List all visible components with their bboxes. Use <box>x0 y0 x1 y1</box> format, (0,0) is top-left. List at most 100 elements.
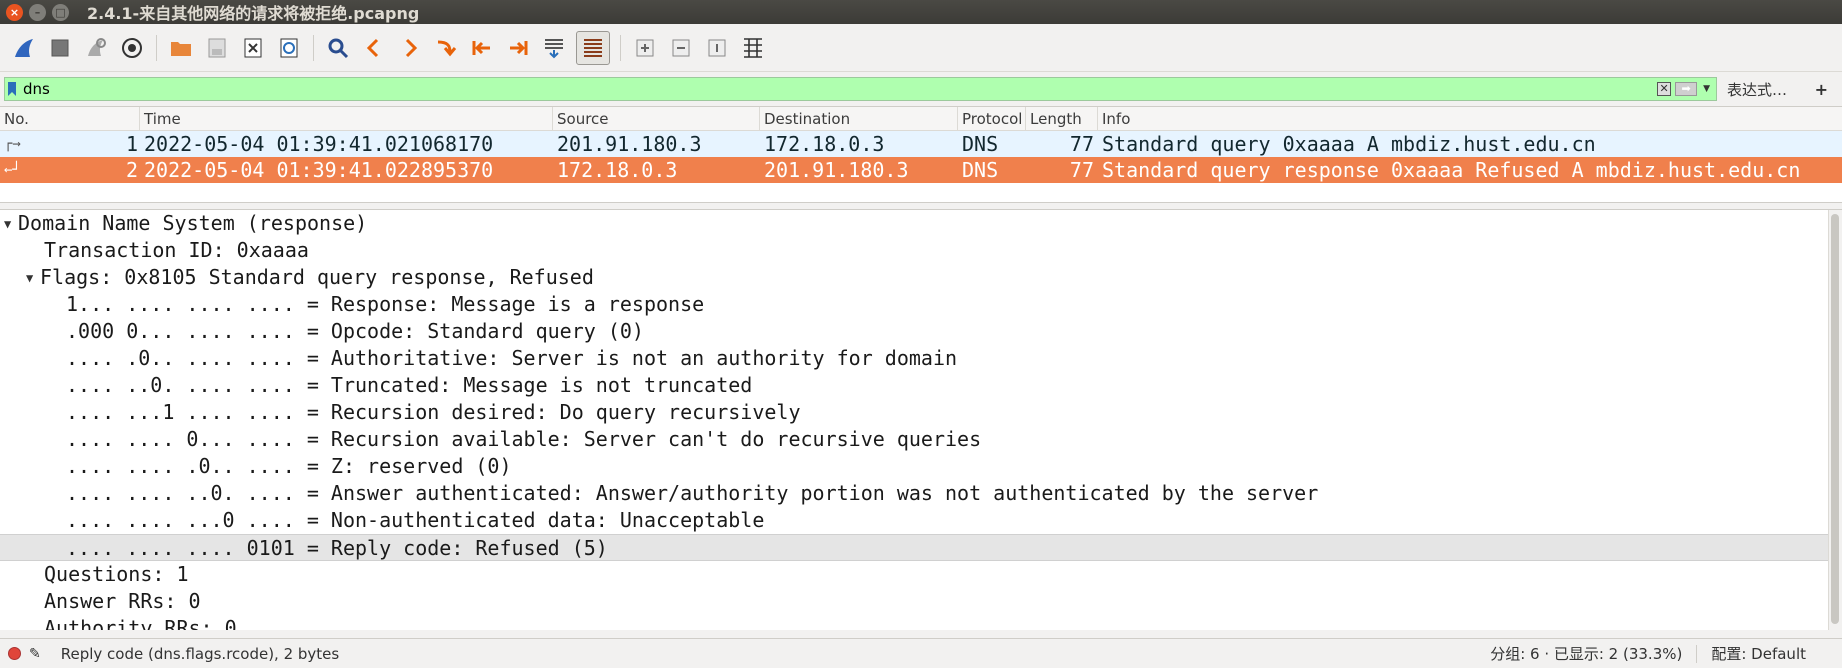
normal-size-icon <box>708 39 726 56</box>
expression-button[interactable]: 表达式… <box>1727 79 1787 100</box>
close-window-button[interactable]: × <box>6 3 23 21</box>
profile-selector[interactable]: 配置: Default <box>1711 643 1806 664</box>
bookmark-icon[interactable] <box>5 78 19 100</box>
packet-list-header: No. Time Source Destination Protocol Len… <box>0 106 1842 131</box>
zoom-out-button[interactable] <box>667 34 695 62</box>
tree-item[interactable]: .... .... .0.. .... = Z: reserved (0) <box>0 453 1842 480</box>
gear-icon <box>122 37 142 58</box>
colorize-lines-icon <box>584 38 602 57</box>
tree-item[interactable]: ▼ Domain Name System (response) <box>0 210 1842 237</box>
tree-item[interactable]: .... .... ..0. .... = Answer authenticat… <box>0 480 1842 507</box>
next-packet-button[interactable] <box>396 34 424 62</box>
packet-details-tree: ▼ Domain Name System (response) Transacti… <box>0 210 1842 630</box>
start-capture-button[interactable] <box>10 34 38 62</box>
search-icon <box>328 38 349 58</box>
cell-no: 1 <box>125 132 138 156</box>
tree-item[interactable]: Answer RRs: 0 <box>0 588 1842 615</box>
tree-item[interactable]: .000 0... .... .... = Opcode: Standard q… <box>0 318 1842 345</box>
maximize-window-button[interactable]: □ <box>52 3 69 21</box>
request-arrow-icon: ┌→ <box>4 136 21 152</box>
resize-columns-icon <box>744 37 762 58</box>
packet-count-text: 分组: 6 · 已显示: 2 (33.3%) <box>1490 645 1683 663</box>
display-filter-bar: ✕ ➡ ▼ 表达式… + <box>0 72 1842 106</box>
cell-info: Standard query response 0xaaaa Refused A… <box>1102 158 1801 182</box>
cell-source: 172.18.0.3 <box>557 158 678 182</box>
zoom-in-button[interactable] <box>631 34 659 62</box>
chevron-left-icon <box>366 38 379 57</box>
tree-item[interactable]: Questions: 1 <box>0 561 1842 588</box>
first-packet-icon <box>472 40 490 55</box>
tree-item[interactable]: .... .... ...0 .... = Non-authenticated … <box>0 507 1842 534</box>
chevron-right-icon <box>405 38 418 57</box>
window-title: 2.4.1-来自其他网络的请求将被拒绝.pcapng <box>87 4 420 23</box>
tree-item[interactable]: Authority RRs: 0 <box>0 615 1842 630</box>
reload-file-button[interactable] <box>275 34 303 62</box>
details-scrollbar[interactable] <box>1828 210 1842 630</box>
tree-item[interactable]: .... ...1 .... .... = Recursion desired:… <box>0 399 1842 426</box>
save-file-button[interactable] <box>203 34 231 62</box>
title-bar: × – □ 2.4.1-来自其他网络的请求将被拒绝.pcapng <box>0 0 1842 24</box>
jump-arrow-icon <box>437 40 457 56</box>
normal-size-button[interactable] <box>703 34 731 62</box>
edit-comment-icon[interactable]: ✎ <box>29 646 41 662</box>
save-icon <box>208 38 226 57</box>
colorize-button[interactable] <box>576 30 610 65</box>
tree-item[interactable]: Transaction ID: 0xaaaa <box>0 237 1842 264</box>
last-packet-button[interactable] <box>504 34 532 62</box>
close-file-button[interactable] <box>239 34 267 62</box>
chevron-down-icon[interactable]: ▼ <box>1703 84 1710 94</box>
previous-packet-button[interactable] <box>360 34 388 62</box>
open-file-button[interactable] <box>167 34 195 62</box>
zoom-in-icon <box>636 39 654 56</box>
cell-no: 2 <box>125 158 138 182</box>
column-header-time[interactable]: Time <box>140 106 553 131</box>
minimize-window-button[interactable]: – <box>29 3 46 21</box>
restart-capture-button[interactable] <box>82 34 110 62</box>
folder-icon <box>171 41 191 56</box>
tree-item[interactable]: .... .0.. .... .... = Authoritative: Ser… <box>0 345 1842 372</box>
column-header-length[interactable]: Length <box>1026 106 1098 131</box>
cell-time: 2022-05-04 01:39:41.022895370 <box>144 158 494 182</box>
shark-fin-icon <box>15 38 33 57</box>
display-filter-input[interactable] <box>19 80 1658 98</box>
tree-item-selected[interactable]: .... .... .... 0101 = Reply code: Refuse… <box>0 534 1842 561</box>
cell-time: 2022-05-04 01:39:41.021068170 <box>144 132 494 156</box>
scrollbar-thumb[interactable] <box>1831 214 1839 624</box>
table-row[interactable]: ←┘ 2 2022-05-04 01:39:41.022895370 172.18… <box>0 157 1842 183</box>
auto-scroll-button[interactable] <box>540 34 568 62</box>
field-info-text: Reply code (dns.flags.rcode), 2 bytes <box>60 644 340 663</box>
cell-protocol: DNS <box>962 158 999 182</box>
pane-splitter[interactable] <box>0 202 1842 210</box>
column-header-source[interactable]: Source <box>553 106 760 131</box>
column-header-destination[interactable]: Destination <box>760 106 958 131</box>
expanded-arrow-icon[interactable]: ▼ <box>4 211 18 238</box>
expanded-arrow-icon[interactable]: ▼ <box>26 265 40 292</box>
tree-item[interactable]: ▼ Flags: 0x8105 Standard query response, … <box>0 264 1842 291</box>
restart-icon <box>88 37 106 56</box>
response-arrow-icon: ←┘ <box>4 162 21 178</box>
first-packet-button[interactable] <box>468 34 496 62</box>
tree-item[interactable]: 1... .... .... .... = Response: Message … <box>0 291 1842 318</box>
resize-columns-button[interactable] <box>739 34 767 62</box>
table-row[interactable]: ┌→ 1 2022-05-04 01:39:41.021068170 201.91… <box>0 131 1842 157</box>
cell-length: 77 <box>1069 132 1094 156</box>
cell-protocol: DNS <box>962 132 999 156</box>
apply-filter-icon[interactable]: ➡ <box>1675 82 1698 96</box>
go-to-packet-button[interactable] <box>432 34 460 62</box>
stop-capture-button[interactable] <box>46 34 74 62</box>
column-header-protocol[interactable]: Protocol <box>958 106 1026 131</box>
tree-item[interactable]: .... .... 0... .... = Recursion availabl… <box>0 426 1842 453</box>
tree-item[interactable]: .... ..0. .... .... = Truncated: Message… <box>0 372 1842 399</box>
clear-filter-icon[interactable]: ✕ <box>1657 82 1672 96</box>
toolbar-separator <box>620 34 621 61</box>
column-header-no[interactable]: No. <box>0 106 140 131</box>
capture-options-button[interactable] <box>118 34 146 62</box>
toolbar-separator <box>313 34 314 61</box>
display-filter-box: ✕ ➡ ▼ <box>4 77 1717 101</box>
find-packet-button[interactable] <box>324 34 352 62</box>
expert-info-icon[interactable] <box>8 647 21 660</box>
cell-info: Standard query 0xaaaa A mbdiz.hust.edu.c… <box>1102 132 1596 156</box>
zoom-out-icon <box>672 39 690 56</box>
add-filter-button[interactable]: + <box>1815 80 1828 99</box>
column-header-info[interactable]: Info <box>1098 107 1842 131</box>
